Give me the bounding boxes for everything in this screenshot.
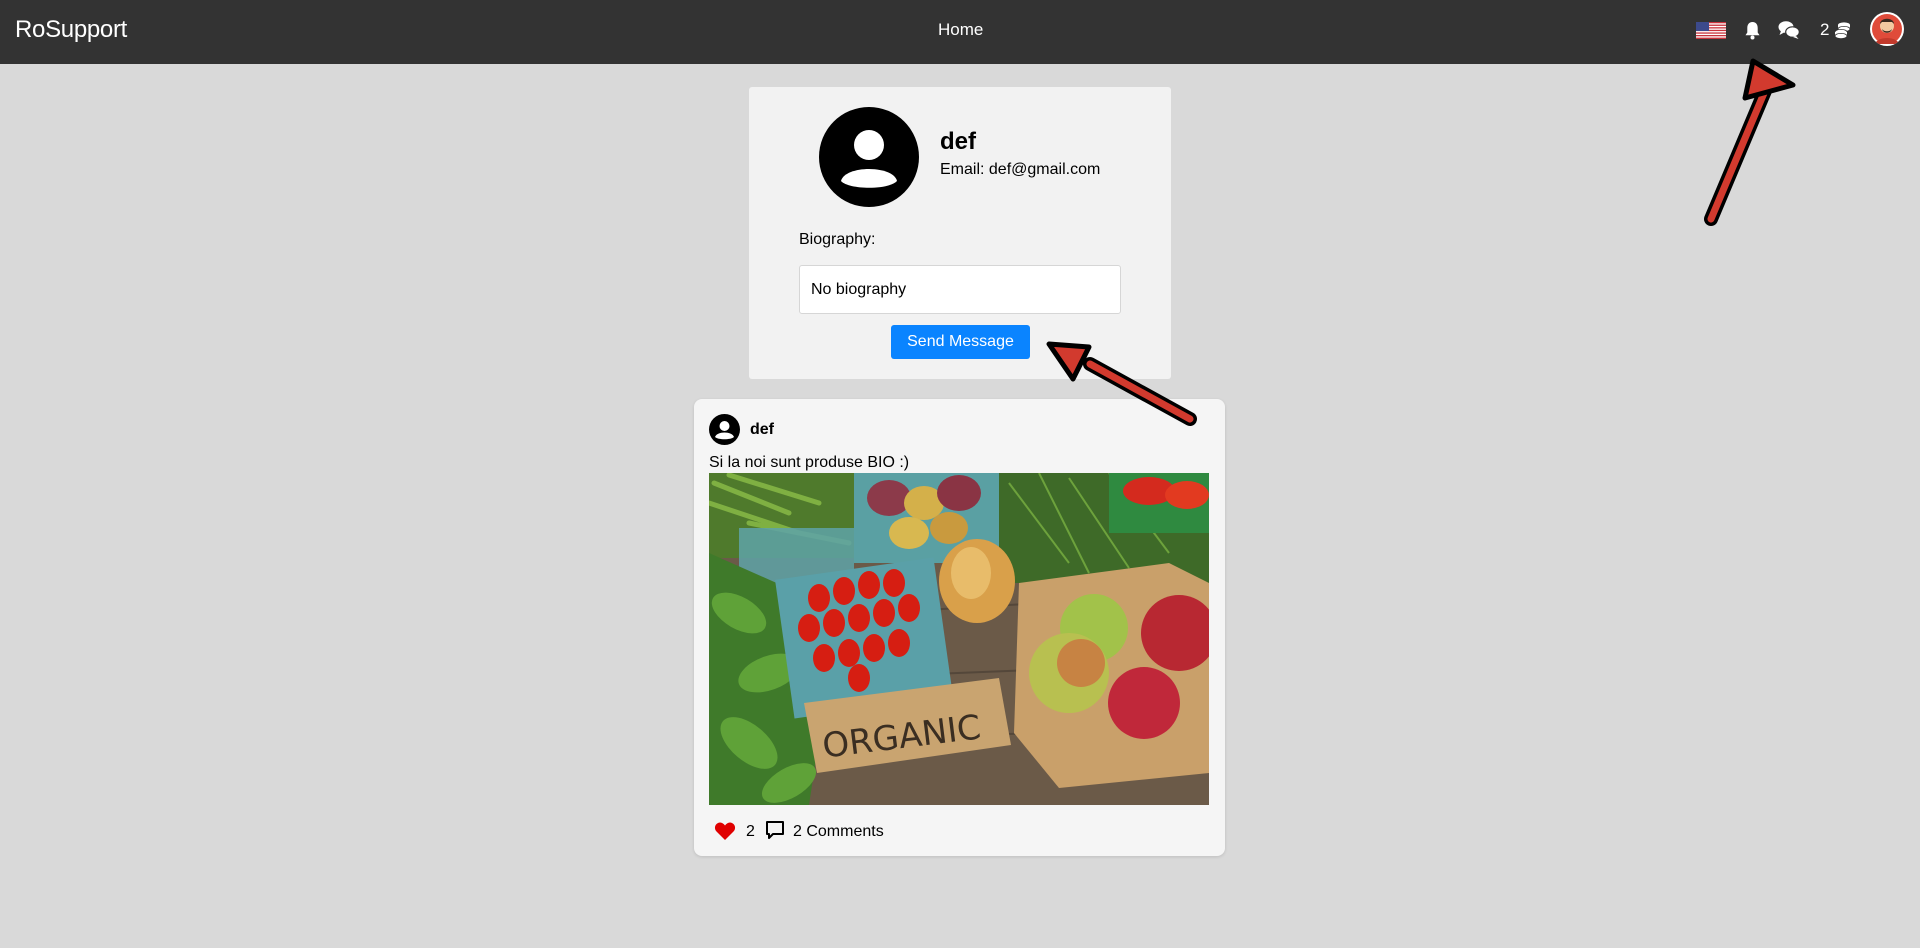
send-message-button[interactable]: Send Message	[891, 325, 1030, 359]
user-avatar[interactable]	[1870, 12, 1904, 46]
brand-logo[interactable]: RoSupport	[15, 16, 127, 44]
profile-avatar-icon	[819, 107, 919, 207]
biography-field[interactable]: No biography	[799, 265, 1121, 314]
profile-name: def	[940, 128, 976, 155]
comments-link[interactable]: 2 Comments	[793, 823, 884, 841]
profile-email: Email: def@gmail.com	[940, 161, 1101, 178]
nav-home-link[interactable]: Home	[938, 20, 983, 40]
top-navbar: RoSupport Home 2	[0, 0, 1920, 64]
comment-icon[interactable]	[765, 820, 785, 840]
arrow-to-chat-icon	[1704, 58, 1796, 226]
profile-card: def Email: def@gmail.com Biography: No b…	[749, 87, 1171, 379]
like-count: 2	[746, 823, 755, 840]
post-text: Si la noi sunt produse BIO :)	[709, 454, 910, 471]
coins-icon[interactable]	[1834, 21, 1851, 40]
post-card: def Si la noi sunt produse BIO :) ORGANI…	[694, 399, 1225, 856]
biography-label: Biography:	[799, 231, 876, 248]
chat-icon[interactable]	[1778, 20, 1800, 40]
post-image[interactable]: ORGANIC	[709, 473, 1209, 805]
bell-icon[interactable]	[1744, 21, 1761, 40]
like-heart-icon[interactable]	[714, 821, 736, 841]
post-author-avatar-icon[interactable]	[709, 414, 740, 445]
us-flag-icon[interactable]	[1696, 22, 1726, 39]
post-author[interactable]: def	[750, 421, 774, 439]
coins-count: 2	[1820, 20, 1830, 39]
